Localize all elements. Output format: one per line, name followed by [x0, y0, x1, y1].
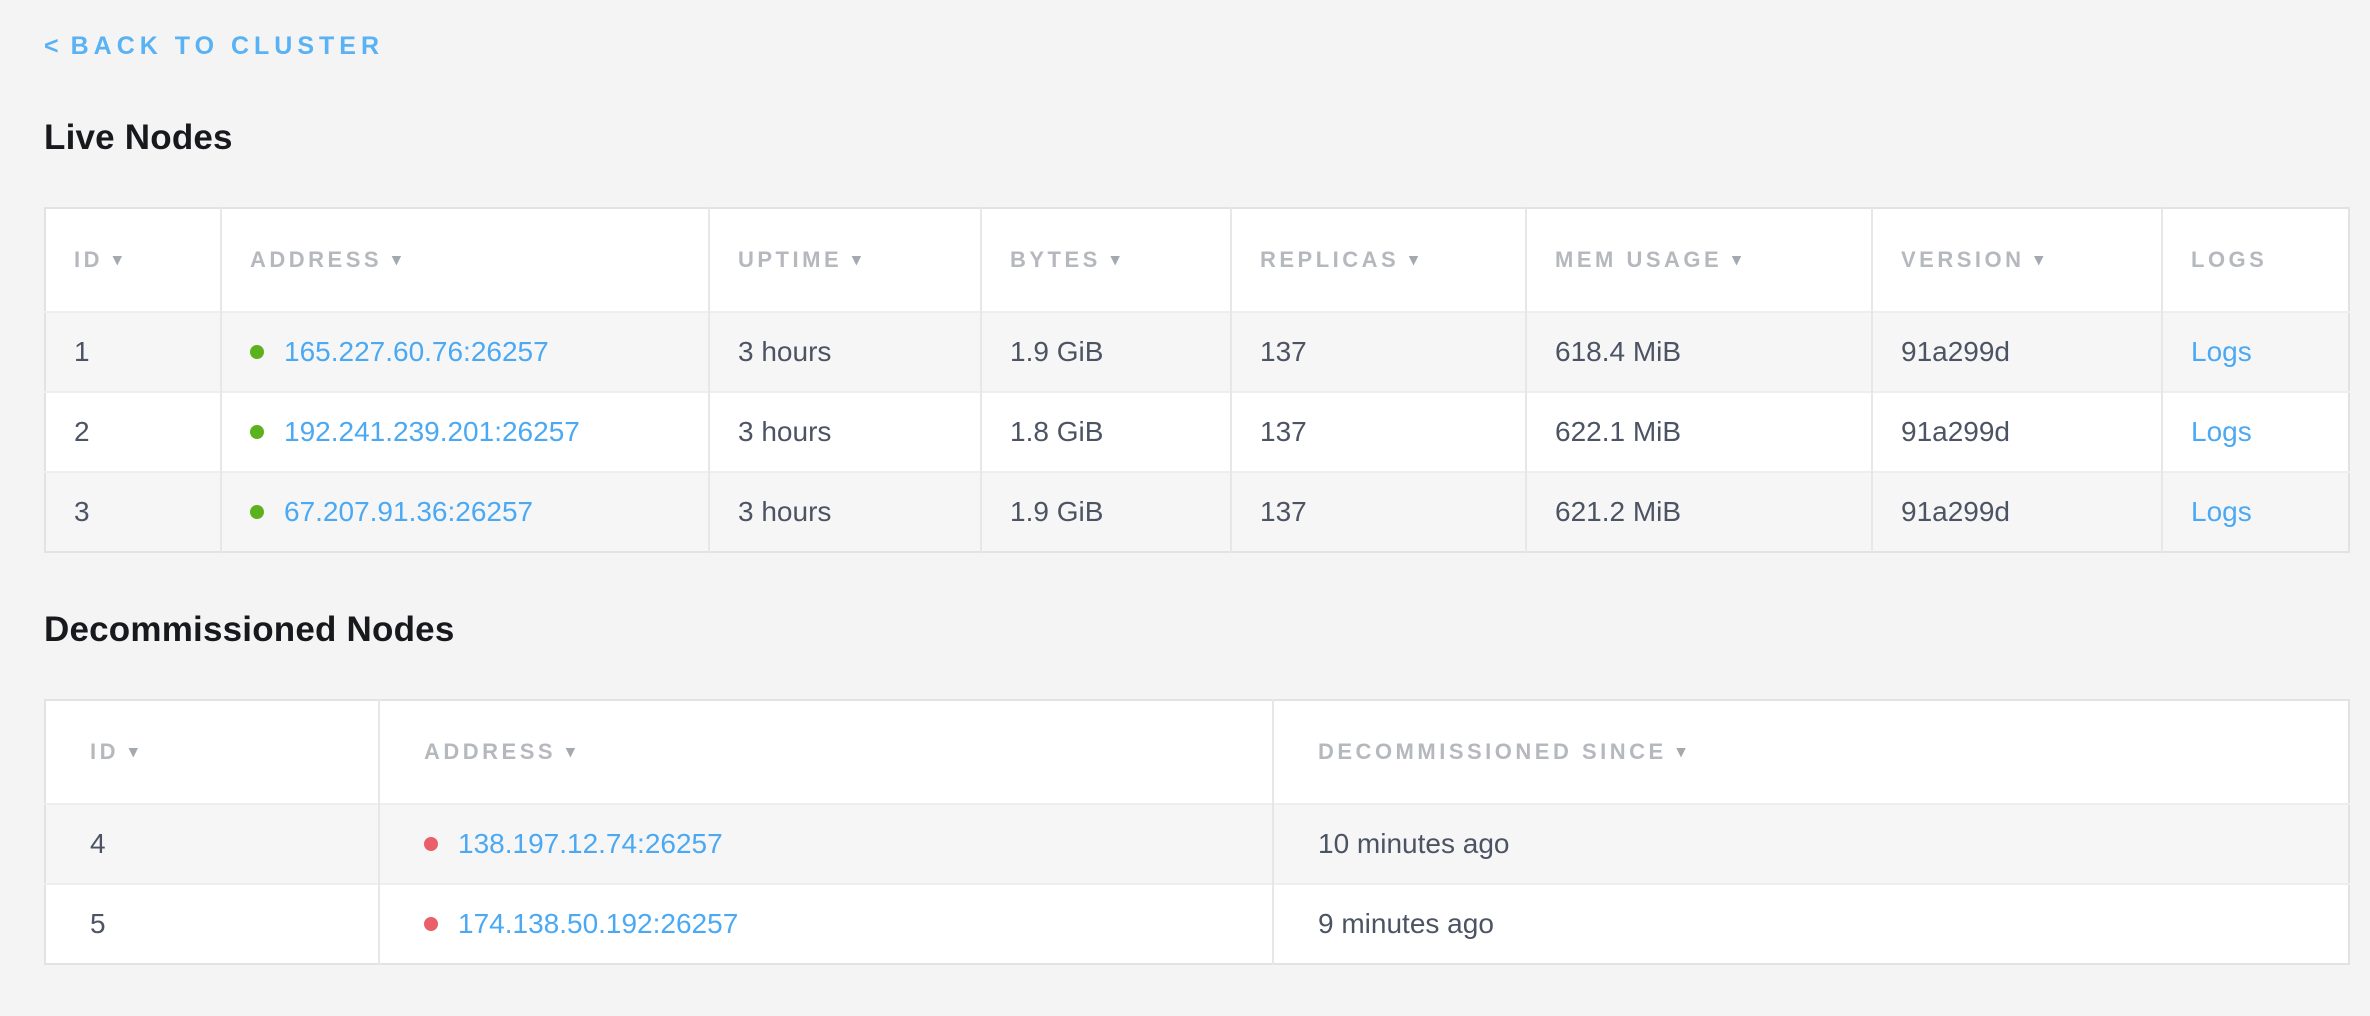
decommissioned-status-dot-icon	[424, 917, 438, 931]
sort-arrow-icon: ▾	[566, 742, 575, 761]
decommissioned-col-header-address[interactable]: ADDRESS ▾	[379, 700, 1273, 804]
node-logs-cell: Logs	[2162, 312, 2349, 392]
sort-arrow-icon: ▾	[392, 250, 401, 269]
col-label: ADDRESS	[250, 247, 382, 272]
sort-arrow-icon: ▾	[113, 250, 122, 269]
node-bytes-cell: 1.8 GiB	[981, 392, 1231, 472]
node-mem-usage-cell: 618.4 MiB	[1526, 312, 1872, 392]
live-col-header-replicas[interactable]: REPLICAS ▾	[1231, 208, 1526, 312]
table-row: 1 165.227.60.76:26257 3 hours 1.9 GiB 13…	[45, 312, 2349, 392]
col-label: REPLICAS	[1260, 247, 1399, 272]
live-col-header-uptime[interactable]: UPTIME ▾	[709, 208, 981, 312]
live-nodes-title: Live Nodes	[44, 115, 2348, 161]
decommissioned-nodes-body: 4 138.197.12.74:26257 10 minutes ago 5 1…	[45, 804, 2349, 964]
sort-arrow-icon: ▾	[1677, 742, 1686, 761]
col-label: BYTES	[1010, 247, 1101, 272]
node-since-cell: 9 minutes ago	[1273, 884, 2349, 964]
live-col-header-id[interactable]: ID ▾	[45, 208, 221, 312]
logs-link[interactable]: Logs	[2191, 416, 2252, 447]
node-address-link[interactable]: 138.197.12.74:26257	[458, 828, 723, 859]
node-address-link[interactable]: 67.207.91.36:26257	[284, 496, 533, 527]
header-row: ID ▾ ADDRESS ▾ DECOMMISSIONED SINCE ▾	[45, 700, 2349, 804]
col-label: VERSION	[1901, 247, 2025, 272]
node-version-cell: 91a299d	[1872, 392, 2162, 472]
col-label: ADDRESS	[424, 739, 556, 764]
col-label: UPTIME	[738, 247, 842, 272]
col-label: ID	[90, 739, 119, 764]
decommissioned-col-header-since[interactable]: DECOMMISSIONED SINCE ▾	[1273, 700, 2349, 804]
live-col-header-version[interactable]: VERSION ▾	[1872, 208, 2162, 312]
node-address-cell: 192.241.239.201:26257	[221, 392, 709, 472]
live-col-header-logs: LOGS	[2162, 208, 2349, 312]
decommissioned-nodes-title: Decommissioned Nodes	[44, 607, 2348, 653]
logs-link[interactable]: Logs	[2191, 336, 2252, 367]
sort-arrow-icon: ▾	[1732, 250, 1741, 269]
node-replicas-cell: 137	[1231, 392, 1526, 472]
node-address-link[interactable]: 165.227.60.76:26257	[284, 336, 549, 367]
node-version-cell: 91a299d	[1872, 472, 2162, 552]
node-logs-cell: Logs	[2162, 472, 2349, 552]
node-id-cell: 4	[45, 804, 379, 884]
sort-arrow-icon: ▾	[1111, 250, 1120, 269]
decommissioned-col-header-id[interactable]: ID ▾	[45, 700, 379, 804]
table-row: 2 192.241.239.201:26257 3 hours 1.8 GiB …	[45, 392, 2349, 472]
table-row: 5 174.138.50.192:26257 9 minutes ago	[45, 884, 2349, 964]
sort-arrow-icon: ▾	[129, 742, 138, 761]
node-address-cell: 174.138.50.192:26257	[379, 884, 1273, 964]
live-col-header-bytes[interactable]: BYTES ▾	[981, 208, 1231, 312]
node-logs-cell: Logs	[2162, 392, 2349, 472]
node-bytes-cell: 1.9 GiB	[981, 472, 1231, 552]
node-uptime-cell: 3 hours	[709, 472, 981, 552]
col-label: LOGS	[2191, 247, 2267, 272]
back-link-label: BACK TO CLUSTER	[71, 32, 384, 60]
sort-arrow-icon: ▾	[2035, 250, 2044, 269]
back-to-cluster-link[interactable]: < BACK TO CLUSTER	[44, 32, 384, 61]
node-address-link[interactable]: 174.138.50.192:26257	[458, 908, 738, 939]
live-nodes-header: ID ▾ ADDRESS ▾ UPTIME ▾ BYTES ▾ REPLICAS ▾ ME…	[45, 208, 2349, 312]
table-row: 4 138.197.12.74:26257 10 minutes ago	[45, 804, 2349, 884]
col-label: ID	[74, 247, 103, 272]
live-status-dot-icon	[250, 505, 264, 519]
live-nodes-table: ID ▾ ADDRESS ▾ UPTIME ▾ BYTES ▾ REPLICAS ▾ ME…	[44, 207, 2350, 553]
node-version-cell: 91a299d	[1872, 312, 2162, 392]
node-mem-usage-cell: 621.2 MiB	[1526, 472, 1872, 552]
live-col-header-mem-usage[interactable]: MEM USAGE ▾	[1526, 208, 1872, 312]
decommissioned-status-dot-icon	[424, 837, 438, 851]
decommissioned-nodes-table: ID ▾ ADDRESS ▾ DECOMMISSIONED SINCE ▾ 4 138…	[44, 699, 2350, 965]
node-id-cell: 2	[45, 392, 221, 472]
node-bytes-cell: 1.9 GiB	[981, 312, 1231, 392]
node-replicas-cell: 137	[1231, 472, 1526, 552]
page-content: < BACK TO CLUSTER Live Nodes ID ▾ ADDRESS ▾…	[44, 0, 2348, 965]
node-mem-usage-cell: 622.1 MiB	[1526, 392, 1872, 472]
decommissioned-nodes-header: ID ▾ ADDRESS ▾ DECOMMISSIONED SINCE ▾	[45, 700, 2349, 804]
node-uptime-cell: 3 hours	[709, 392, 981, 472]
node-id-cell: 1	[45, 312, 221, 392]
logs-link[interactable]: Logs	[2191, 496, 2252, 527]
col-label: MEM USAGE	[1555, 247, 1722, 272]
node-id-cell: 3	[45, 472, 221, 552]
col-label: DECOMMISSIONED SINCE	[1318, 739, 1667, 764]
node-address-cell: 138.197.12.74:26257	[379, 804, 1273, 884]
node-uptime-cell: 3 hours	[709, 312, 981, 392]
live-col-header-address[interactable]: ADDRESS ▾	[221, 208, 709, 312]
live-status-dot-icon	[250, 345, 264, 359]
node-id-cell: 5	[45, 884, 379, 964]
sort-arrow-icon: ▾	[1409, 250, 1418, 269]
node-replicas-cell: 137	[1231, 312, 1526, 392]
node-address-cell: 67.207.91.36:26257	[221, 472, 709, 552]
sort-arrow-icon: ▾	[852, 250, 861, 269]
node-since-cell: 10 minutes ago	[1273, 804, 2349, 884]
live-status-dot-icon	[250, 425, 264, 439]
live-nodes-body: 1 165.227.60.76:26257 3 hours 1.9 GiB 13…	[45, 312, 2349, 552]
table-row: 3 67.207.91.36:26257 3 hours 1.9 GiB 137…	[45, 472, 2349, 552]
back-chevron-icon: <	[44, 32, 59, 60]
node-address-cell: 165.227.60.76:26257	[221, 312, 709, 392]
header-row: ID ▾ ADDRESS ▾ UPTIME ▾ BYTES ▾ REPLICAS ▾ ME…	[45, 208, 2349, 312]
node-address-link[interactable]: 192.241.239.201:26257	[284, 416, 580, 447]
